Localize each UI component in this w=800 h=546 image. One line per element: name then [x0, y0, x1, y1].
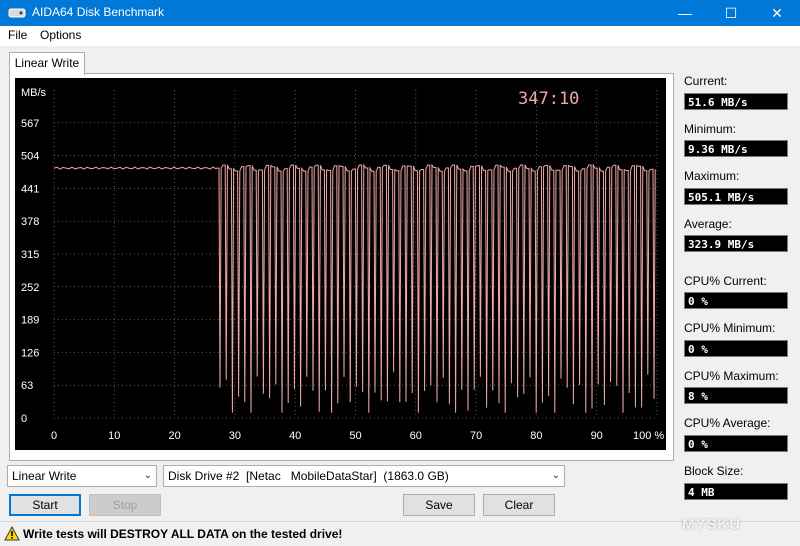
x-tick-label: 40 — [289, 430, 301, 442]
menu-file[interactable]: File — [8, 28, 27, 42]
x-tick-label: 60 — [410, 430, 422, 442]
test-type-value: Linear Write — [12, 469, 77, 483]
maximize-button[interactable]: ☐ — [708, 0, 754, 26]
chevron-down-icon: ⌄ — [551, 470, 560, 481]
disk-icon — [8, 8, 26, 18]
close-button[interactable]: ✕ — [754, 0, 800, 26]
save-button[interactable]: Save — [403, 494, 475, 516]
y-tick-label: 0 — [21, 413, 27, 425]
cpu-minimum-value: 0 % — [684, 340, 788, 357]
x-tick-label: 30 — [229, 430, 241, 442]
y-tick-label: 126 — [21, 347, 39, 359]
x-tick-label: 0 — [51, 430, 57, 442]
y-tick-label: 63 — [21, 380, 33, 392]
x-tick-label: 20 — [168, 430, 180, 442]
status-bar: Write tests will DESTROY ALL DATA on the… — [0, 521, 800, 546]
y-tick-label: 315 — [21, 249, 39, 261]
write-speed-line — [53, 163, 656, 413]
current-value: 51.6 MB/s — [684, 93, 788, 110]
watermark: MYSKU — [682, 516, 742, 533]
drive-select[interactable]: Disk Drive #2 [Netac MobileDataStar] (18… — [163, 465, 565, 487]
maximum-label: Maximum: — [684, 169, 740, 183]
window-title: AIDA64 Disk Benchmark — [32, 5, 165, 19]
minimum-value: 9.36 MB/s — [684, 140, 788, 157]
y-tick-label: 252 — [21, 282, 39, 294]
block-size-value: 4 MB — [684, 483, 788, 500]
warning-text: Write tests will DESTROY ALL DATA on the… — [23, 527, 343, 541]
average-label: Average: — [684, 217, 732, 231]
test-type-select[interactable]: Linear Write ⌄ — [7, 465, 157, 487]
maximum-value: 505.1 MB/s — [684, 188, 788, 205]
y-tick-label: 441 — [21, 183, 39, 195]
menu-options[interactable]: Options — [40, 28, 81, 42]
clear-button[interactable]: Clear — [483, 494, 555, 516]
warning-icon — [4, 526, 20, 541]
minimize-button[interactable]: — — [662, 0, 708, 26]
x-tick-label: 70 — [470, 430, 482, 442]
chevron-down-icon: ⌄ — [143, 470, 152, 481]
current-label: Current: — [684, 74, 728, 88]
title-bar: AIDA64 Disk Benchmark — ☐ ✕ — [0, 0, 800, 26]
minimum-label: Minimum: — [684, 122, 737, 136]
elapsed-timer: 347:10 — [518, 89, 579, 109]
x-tick-label: 50 — [349, 430, 361, 442]
y-tick-label: 567 — [21, 118, 39, 130]
block-size-label: Block Size: — [684, 464, 744, 478]
x-tick-label: 90 — [591, 430, 603, 442]
y-axis-label: MB/s — [21, 87, 47, 99]
y-tick-label: 504 — [21, 151, 39, 163]
average-value: 323.9 MB/s — [684, 235, 788, 252]
x-tick-label: 80 — [530, 430, 542, 442]
start-button[interactable]: Start — [9, 494, 81, 516]
cpu-current-value: 0 % — [684, 292, 788, 309]
cpu-average-value: 0 % — [684, 435, 788, 452]
y-tick-label: 189 — [21, 315, 39, 327]
cpu-maximum-value: 8 % — [684, 387, 788, 404]
cpu-average-label: CPU% Average: — [684, 416, 771, 430]
cpu-current-label: CPU% Current: — [684, 274, 767, 288]
cpu-maximum-label: CPU% Maximum: — [684, 369, 779, 383]
stop-button[interactable]: Stop — [89, 494, 161, 516]
x-tick-label: 10 — [108, 430, 120, 442]
y-tick-label: 378 — [21, 216, 39, 228]
x-tick-label: 100 % — [633, 430, 664, 442]
benchmark-chart: 567 504 441 378 315 252 189 126 63 0 0 10 20 30 40 50 6… — [15, 78, 666, 450]
menu-bar: File Options — [0, 26, 800, 46]
cpu-minimum-label: CPU% Minimum: — [684, 321, 776, 335]
tab-linear-write[interactable]: Linear Write — [9, 52, 85, 75]
drive-value: Disk Drive #2 [Netac MobileDataStar] (18… — [168, 469, 449, 483]
